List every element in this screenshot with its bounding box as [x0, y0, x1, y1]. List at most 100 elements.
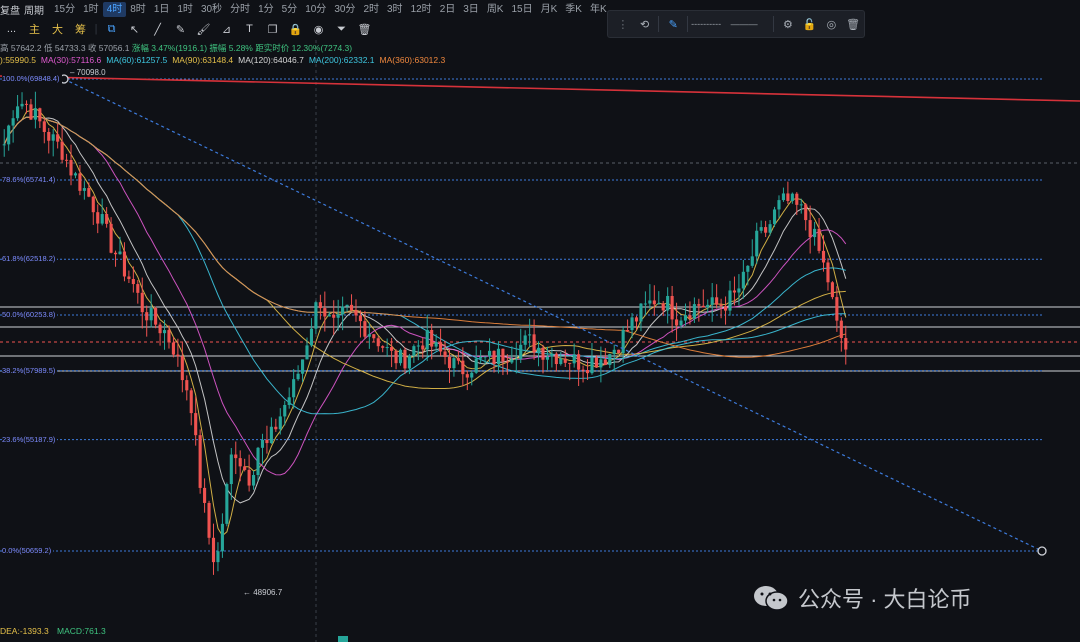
candle-down: [158, 324, 162, 334]
text-icon[interactable]: T: [238, 23, 261, 35]
candle-down: [127, 276, 131, 280]
distance-value: 距实时价 12.30%(7274.3): [255, 43, 353, 53]
fib-level-label: 38.2%(57989.5): [2, 365, 58, 375]
candle-up: [781, 193, 785, 201]
candle-up: [278, 416, 282, 430]
period-item[interactable]: 5分: [278, 2, 302, 17]
candle-up: [309, 328, 314, 346]
candle-up: [82, 188, 86, 191]
candle-up: [73, 173, 78, 176]
filter-icon[interactable]: ⏷: [330, 23, 353, 36]
moving-average-line: [3, 115, 846, 379]
period-item[interactable]: 2日: [436, 2, 460, 17]
candle-up: [416, 345, 420, 347]
main-indicator-button[interactable]: 主: [23, 21, 46, 37]
period-item[interactable]: 4时: [102, 1, 127, 17]
period-item[interactable]: 月K: [537, 2, 562, 17]
candle-down: [394, 350, 398, 364]
period-item[interactable]: 分时: [226, 2, 254, 17]
cursor-icon[interactable]: ↖: [123, 23, 146, 36]
settings-icon[interactable]: ⚙: [777, 18, 799, 31]
pen-icon[interactable]: ✎: [169, 23, 192, 36]
line-style-dropdown[interactable]: ----------: [691, 19, 731, 29]
period-label[interactable]: 周期: [24, 2, 44, 17]
line-width-dropdown[interactable]: ———: [731, 19, 771, 29]
candle-up: [488, 350, 492, 357]
period-item[interactable]: 季K: [561, 2, 586, 17]
period-item[interactable]: 1时: [173, 2, 197, 17]
eye-icon[interactable]: ◉: [307, 23, 330, 36]
delete-icon[interactable]: 🗑: [353, 23, 376, 36]
ma-legend-item: MA(90):63148.4: [172, 55, 234, 65]
period-item[interactable]: 15分: [50, 2, 79, 17]
candle-up: [737, 288, 741, 293]
candle-up: [216, 551, 220, 563]
candle-up: [367, 334, 371, 337]
period-item[interactable]: 3日: [459, 2, 483, 17]
candle-down: [439, 342, 443, 352]
candle-up: [269, 426, 273, 444]
candle-down: [91, 196, 95, 213]
lock-icon[interactable]: 🔓: [799, 18, 821, 31]
candle-up: [679, 320, 683, 326]
moving-average-line: [3, 115, 846, 389]
template-icon[interactable]: ⟲: [634, 18, 656, 31]
candle-up: [479, 356, 483, 359]
period-item[interactable]: 周K: [483, 2, 508, 17]
candle-up: [759, 227, 763, 231]
candle-down: [697, 304, 701, 306]
red-trendline[interactable]: [0, 75, 1080, 102]
candle-down: [354, 310, 358, 316]
layers-icon[interactable]: ⧉: [100, 23, 123, 36]
candle-down: [421, 345, 425, 350]
eye-icon[interactable]: ◎: [821, 18, 843, 31]
period-item[interactable]: 1时: [79, 2, 103, 17]
candle-down: [835, 297, 839, 321]
candle-up: [256, 447, 260, 476]
candle-up: [608, 354, 612, 365]
candle-up: [296, 373, 300, 380]
lock-icon[interactable]: 🔒: [284, 23, 307, 36]
more-button[interactable]: ...: [0, 23, 23, 35]
period-item[interactable]: 8时: [126, 2, 150, 17]
period-item[interactable]: 10分: [301, 2, 330, 17]
ma-legend-item: MA(30):57116.6: [40, 55, 102, 65]
brush-icon[interactable]: 🖌: [192, 23, 215, 36]
period-item[interactable]: 2时: [359, 2, 383, 17]
period-item[interactable]: 1日: [150, 2, 174, 17]
big-order-button[interactable]: 大: [46, 21, 69, 37]
copy-icon[interactable]: ❐: [261, 23, 284, 36]
candle-down: [65, 159, 69, 161]
period-item[interactable]: 30秒: [197, 2, 226, 17]
period-item[interactable]: 3时: [383, 2, 407, 17]
candle-down: [532, 334, 536, 353]
period-item[interactable]: 12时: [407, 2, 436, 17]
candle-up: [300, 359, 305, 374]
delete-icon[interactable]: 🗑: [842, 18, 864, 31]
line-tool-icon[interactable]: ╱: [146, 23, 169, 36]
period-bar: 复盘 周期 15分 1时 4时 8时 1日 1时 30秒 分时 1分 5分 10分 30分 2时 3时 12…: [0, 0, 1080, 18]
candle-up: [612, 349, 616, 355]
fib-diagonal[interactable]: [63, 78, 1043, 552]
candle-down: [113, 252, 118, 255]
period-item[interactable]: 1分: [254, 2, 278, 17]
candle-up: [545, 356, 550, 360]
candle-down: [154, 308, 158, 325]
candle-down: [465, 374, 469, 378]
line-color-icon[interactable]: ✎: [662, 18, 684, 31]
candle-down: [109, 223, 113, 253]
price-chart[interactable]: [0, 0, 1080, 642]
period-item[interactable]: 30分: [330, 2, 359, 17]
fib-anchor-end[interactable]: [1037, 546, 1047, 556]
candle-down: [563, 358, 567, 363]
drag-handle-icon[interactable]: ⋮: [612, 18, 634, 31]
chip-button[interactable]: 筹: [69, 21, 92, 37]
candle-down: [29, 104, 33, 120]
candle-down: [594, 357, 598, 368]
ma-legend-item: MA(60):61257.5: [106, 55, 168, 65]
candle-up: [519, 344, 523, 360]
moving-averages: [3, 107, 847, 537]
measure-icon[interactable]: ⊿: [215, 23, 238, 36]
period-item[interactable]: 15日: [507, 2, 536, 17]
replay-label[interactable]: 复盘: [0, 2, 20, 17]
